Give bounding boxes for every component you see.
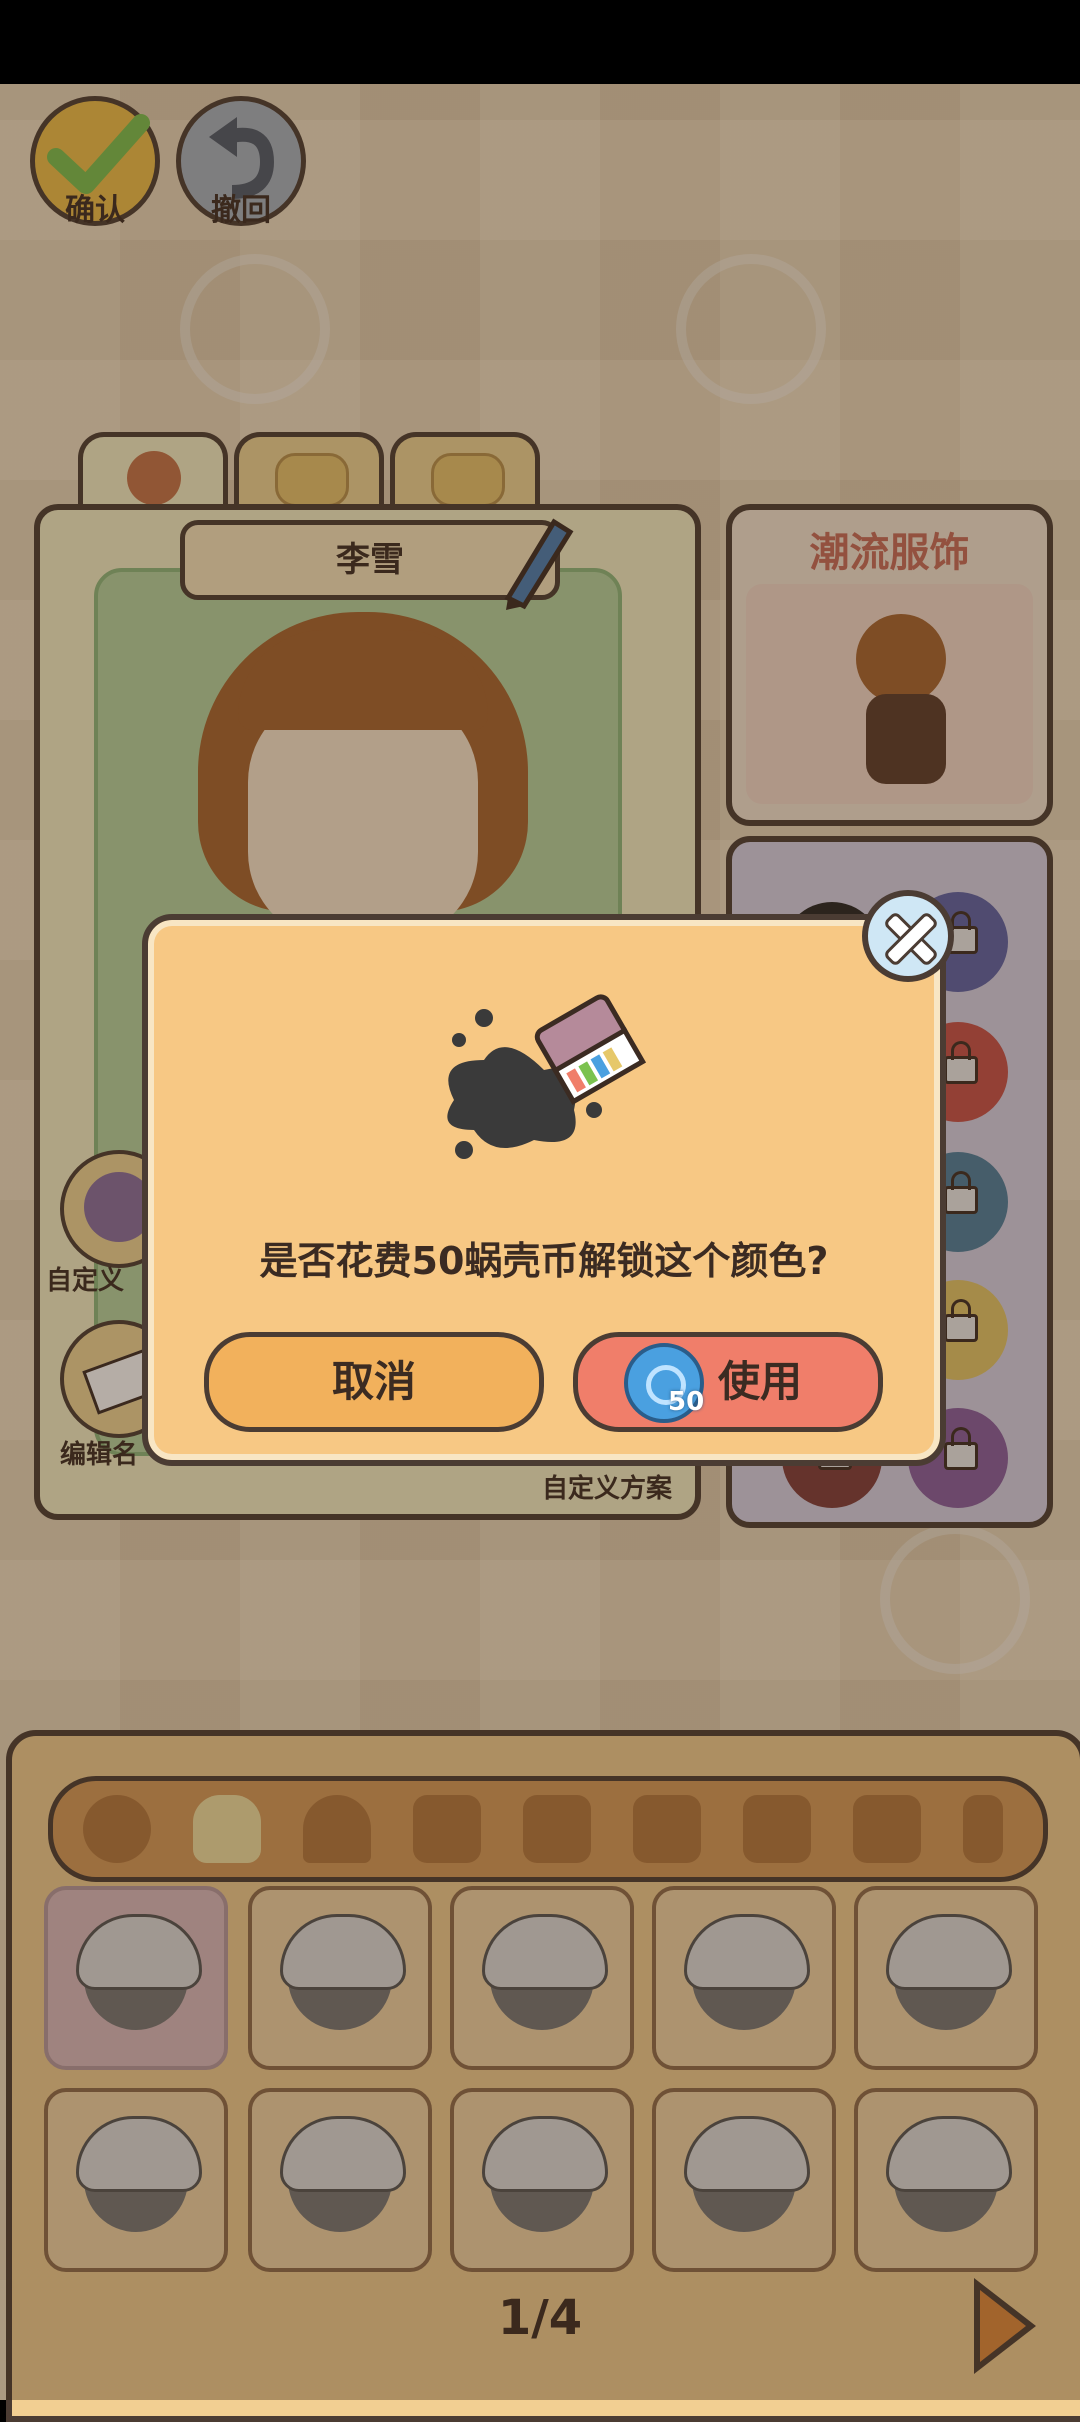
cancel-button[interactable]: 取消 — [204, 1332, 544, 1432]
use-button[interactable]: 50 使用 — [573, 1332, 883, 1432]
coin-cost: 50 — [668, 1387, 705, 1417]
status-bar — [0, 0, 1080, 84]
paint-icon — [447, 994, 647, 1159]
use-label: 使用 — [718, 1357, 803, 1406]
close-button[interactable] — [862, 890, 954, 982]
unlock-question: 是否花费50蜗壳币解锁这个颜色? — [259, 1239, 829, 1283]
